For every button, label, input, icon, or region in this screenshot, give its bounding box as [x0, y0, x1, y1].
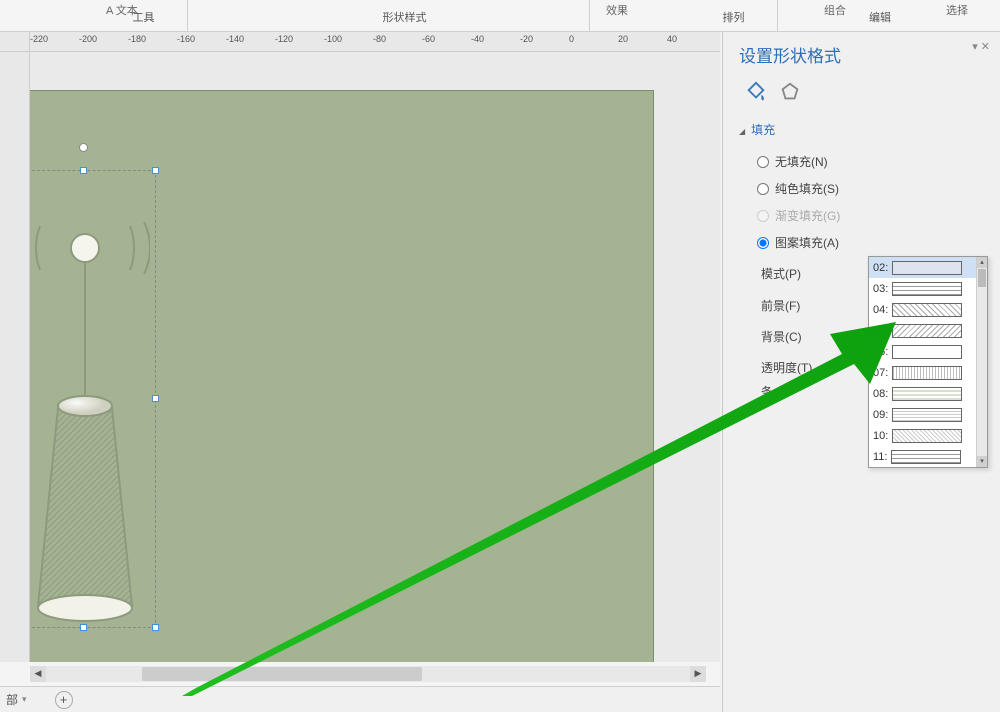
select-label[interactable]: 选择	[946, 2, 968, 18]
pattern-swatch	[892, 387, 962, 401]
document-area: -220-200-180-160-140-120-100-80-60-40-20…	[0, 32, 720, 712]
fill-section-header[interactable]: 填充	[739, 121, 984, 138]
pattern-swatch	[892, 261, 962, 275]
ruler-tick: -40	[471, 34, 484, 44]
radio-pattern-fill[interactable]: 图案填充(A)	[739, 229, 984, 256]
ruler-tick: -180	[128, 34, 146, 44]
status-label: 部	[6, 691, 18, 708]
pattern-option-label: 02:	[873, 262, 888, 274]
scrollbar-horizontal[interactable]: ◀ ▶	[30, 666, 690, 682]
pattern-option[interactable]: 10:	[869, 425, 987, 446]
dropdown-scrollbar[interactable]: ▴ ▾	[976, 257, 987, 467]
resize-handle[interactable]	[152, 167, 159, 174]
panel-title: 设置形状格式	[739, 42, 984, 67]
pattern-option-label: 03:	[873, 283, 888, 295]
pattern-option[interactable]: 09:	[869, 404, 987, 425]
pattern-swatch	[892, 324, 962, 338]
pattern-option-label: 11:	[873, 451, 887, 463]
ruler-corner	[0, 32, 30, 52]
ribbon: A 文本 工具 形状样式 效果 排列 组合 编辑 选择	[0, 0, 1000, 32]
effects-tab-icon[interactable]	[779, 81, 801, 103]
ruler-tick: -220	[30, 34, 48, 44]
resize-handle[interactable]	[80, 624, 87, 631]
pattern-option[interactable]: 11:	[869, 446, 987, 467]
ruler-horizontal[interactable]: -220-200-180-160-140-120-100-80-60-40-20…	[30, 32, 720, 52]
ruler-tick: -20	[520, 34, 533, 44]
pattern-swatch	[892, 303, 962, 317]
scroll-right-button[interactable]: ▶	[690, 666, 706, 682]
scroll-thumb[interactable]	[978, 269, 986, 287]
ribbon-group-tools: 工具	[100, 0, 188, 31]
pattern-option[interactable]: 08:	[869, 383, 987, 404]
resize-handle[interactable]	[152, 395, 159, 402]
ribbon-group-shape-styles: 形状样式	[220, 0, 590, 31]
pattern-option-label: 09:	[873, 409, 888, 421]
pattern-dropdown[interactable]: 02: 03: 04: 05: 06: 07: 08: 09: 10: 11: ▴ ▾	[868, 256, 988, 468]
pattern-swatch	[892, 429, 962, 443]
chevron-down-icon[interactable]: ▾	[22, 694, 27, 705]
ruler-tick: -120	[275, 34, 293, 44]
pattern-swatch	[892, 408, 962, 422]
pattern-option-label: 04:	[873, 304, 888, 316]
scroll-left-button[interactable]: ◀	[30, 666, 46, 682]
ruler-tick: -80	[373, 34, 386, 44]
pattern-swatch	[892, 345, 962, 359]
radio-no-fill[interactable]: 无填充(N)	[739, 148, 984, 175]
ruler-tick: 0	[569, 34, 574, 44]
scroll-up-button[interactable]: ▴	[977, 257, 987, 268]
radio-gradient-fill: 渐变填充(G)	[739, 202, 984, 229]
pattern-option[interactable]: 03:	[869, 278, 987, 299]
resize-handle[interactable]	[80, 167, 87, 174]
radio-solid-fill[interactable]: 纯色填充(S)	[739, 175, 984, 202]
pattern-option-label: 06:	[873, 346, 888, 358]
canvas[interactable]	[30, 52, 720, 662]
pattern-option[interactable]: 07:	[869, 362, 987, 383]
pattern-option[interactable]: 05:	[869, 320, 987, 341]
pattern-option[interactable]: 06:	[869, 341, 987, 362]
rotate-handle[interactable]	[79, 143, 88, 152]
scroll-thumb[interactable]	[142, 667, 422, 681]
ruler-tick: -140	[226, 34, 244, 44]
panel-close-button[interactable]: ▾ ✕	[972, 40, 990, 53]
pattern-option-label: 05:	[873, 325, 888, 337]
resize-handle[interactable]	[152, 624, 159, 631]
ruler-tick: 20	[618, 34, 628, 44]
ruler-tick: -100	[324, 34, 342, 44]
pattern-swatch	[891, 450, 961, 464]
ruler-tick: -160	[177, 34, 195, 44]
ruler-tick: -60	[422, 34, 435, 44]
ruler-tick: 40	[667, 34, 677, 44]
ribbon-group-arrange: 排列	[690, 0, 778, 31]
ruler-vertical[interactable]	[0, 52, 30, 662]
effects-label[interactable]: 效果	[606, 2, 628, 18]
pattern-option[interactable]: 02:	[869, 257, 987, 278]
pattern-swatch	[892, 282, 962, 296]
scroll-down-button[interactable]: ▾	[977, 456, 987, 467]
pattern-swatch	[892, 366, 962, 380]
selection-box[interactable]	[30, 170, 156, 628]
pattern-option-label: 08:	[873, 388, 888, 400]
ruler-tick: -200	[79, 34, 97, 44]
pattern-option-label: 10:	[873, 430, 888, 442]
pattern-option[interactable]: 04:	[869, 299, 987, 320]
pattern-option-label: 07:	[873, 367, 888, 379]
status-bar: 部 ▾ +	[0, 686, 720, 712]
fill-tab-icon[interactable]	[745, 81, 767, 103]
add-page-button[interactable]: +	[55, 691, 73, 709]
ribbon-group-edit: 编辑	[820, 0, 940, 31]
